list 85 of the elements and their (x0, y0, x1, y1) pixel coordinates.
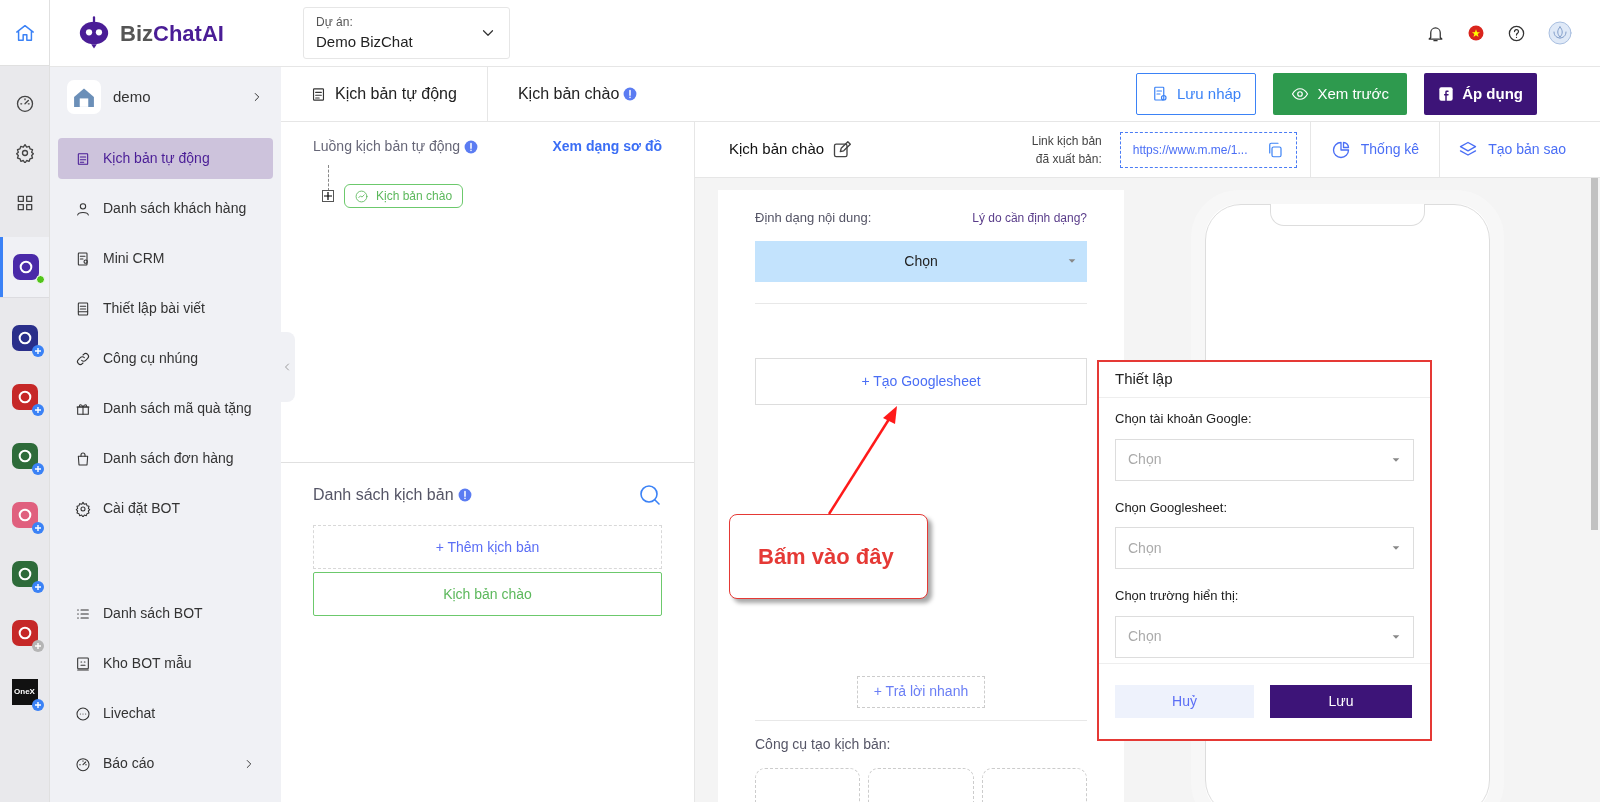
section-title: Luồng kịch bản tự động (313, 137, 461, 156)
quick-reply-button[interactable]: + Trả lời nhanh (856, 675, 986, 708)
pie-chart-icon (1330, 139, 1351, 160)
list-icon (75, 150, 91, 167)
collapse-handle[interactable] (279, 332, 295, 402)
script-name: Kịch bản chào (729, 139, 825, 160)
info-icon (457, 488, 472, 502)
sidebar-item[interactable]: Danh sách đơn hàng (58, 438, 273, 479)
gauge-icon (75, 755, 91, 772)
project-value: Demo BizChat (316, 31, 413, 52)
settings-icon (75, 500, 91, 517)
section-title: Danh sách kịch bản (313, 485, 454, 505)
field-label: Chọn trường hiển thị: (1115, 587, 1240, 605)
link-value: https://www.m.me/1... (1132, 141, 1248, 159)
breadcrumb-current: Kịch bản chào (517, 84, 620, 104)
save-button[interactable]: Lưu (1270, 685, 1412, 718)
cancel-button[interactable]: Huỷ (1115, 685, 1254, 718)
help-icon[interactable] (1507, 23, 1526, 43)
field-label: Chọn Googlesheet: (1115, 498, 1229, 517)
document-icon (75, 250, 91, 267)
search-icon[interactable] (638, 483, 662, 507)
preview-button[interactable]: Xem trước (1273, 73, 1408, 115)
create-sheet-button[interactable]: + Tạo Googlesheet (755, 357, 1087, 405)
project-label: Dự án: (316, 13, 354, 31)
sidebar-item[interactable]: Danh sách BOT (58, 593, 273, 634)
bot-icon (75, 655, 91, 672)
account-name: demo (113, 86, 151, 107)
plus-badge-icon[interactable] (32, 345, 44, 357)
link-label: đã xuất bản: (1035, 150, 1102, 168)
eye-icon (1291, 85, 1310, 103)
post-icon (75, 300, 91, 317)
app-icon[interactable] (11, 619, 38, 646)
duplicate-button[interactable]: Tạo bản sao (1439, 122, 1600, 177)
info-icon (464, 139, 479, 154)
bag-icon (75, 450, 91, 467)
sidebar-item[interactable]: Mini CRM (58, 238, 273, 279)
field-label: Định dạng nội dung: (755, 209, 872, 227)
app-icon[interactable] (13, 254, 39, 280)
field-label: Chọn tài khoản Google: (1115, 410, 1253, 428)
stats-button[interactable]: Thống kê (1309, 122, 1440, 177)
messenger-icon (355, 189, 368, 203)
sidebar-item[interactable]: Công cụ nhúng (58, 338, 273, 379)
sidebar-item[interactable]: Kho BOT mẫu (58, 643, 273, 684)
edit-icon[interactable] (832, 139, 853, 160)
expand-icon[interactable] (322, 190, 334, 202)
format-select[interactable]: Chọn (755, 240, 1087, 282)
list-icon (310, 85, 327, 103)
link-label: Link kịch bản (1031, 132, 1102, 150)
help-link[interactable]: Lý do cần định dạng? (972, 208, 1087, 227)
sidebar-item[interactable]: Thiết lập bài viết (58, 288, 273, 329)
app-icon[interactable] (11, 324, 38, 351)
dashboard-icon[interactable] (14, 93, 35, 113)
sidebar-item[interactable]: Livechat (58, 693, 273, 734)
field-label: Công cụ tạo kịch bản: (755, 734, 892, 754)
callout: Bấm vào đây (729, 514, 928, 599)
diagram-link[interactable]: Xem dạng sơ đồ (552, 136, 662, 157)
link-field[interactable]: https://www.m.me/1... (1119, 131, 1297, 168)
scrollbar[interactable] (1591, 178, 1598, 530)
draft-button[interactable]: Lưu nháp (1135, 73, 1257, 115)
sidebar-item[interactable]: Danh sách khách hàng (58, 188, 273, 229)
facebook-icon (1438, 86, 1455, 102)
account-switcher[interactable]: demo (50, 69, 281, 125)
house-logo-icon (67, 80, 101, 114)
link-icon (75, 350, 91, 367)
sidebar-item[interactable]: Báo cáo (58, 743, 273, 784)
apply-button[interactable]: Áp dụng (1424, 73, 1537, 115)
sidebar-item[interactable]: Danh sách mã quà tặng (58, 388, 273, 429)
breadcrumb-link[interactable]: Kịch bản tự động (335, 82, 457, 106)
app-logo[interactable]: OneX (11, 678, 38, 705)
brand-name: Biz (120, 19, 153, 48)
popup-title: Thiết lập (1099, 362, 1430, 398)
sidebar-item[interactable]: Kịch bản tự động (58, 138, 273, 179)
app-icon[interactable] (11, 560, 38, 587)
project-dropdown[interactable]: Dự án: Demo BizChat (303, 7, 510, 59)
sidebar-item[interactable]: Cài đặt BOT (58, 488, 273, 529)
brand-name: ChatAI (153, 19, 224, 48)
app-icon[interactable] (11, 442, 38, 469)
add-script-button[interactable]: + Thêm kịch bản (313, 525, 662, 569)
plus-badge-icon[interactable] (32, 699, 44, 711)
settings-icon[interactable] (14, 143, 35, 163)
info-icon (623, 87, 638, 101)
chat-icon (75, 705, 91, 722)
flag-icon[interactable] (1467, 24, 1485, 42)
app-icon[interactable] (11, 383, 38, 410)
user-icon (75, 200, 91, 217)
